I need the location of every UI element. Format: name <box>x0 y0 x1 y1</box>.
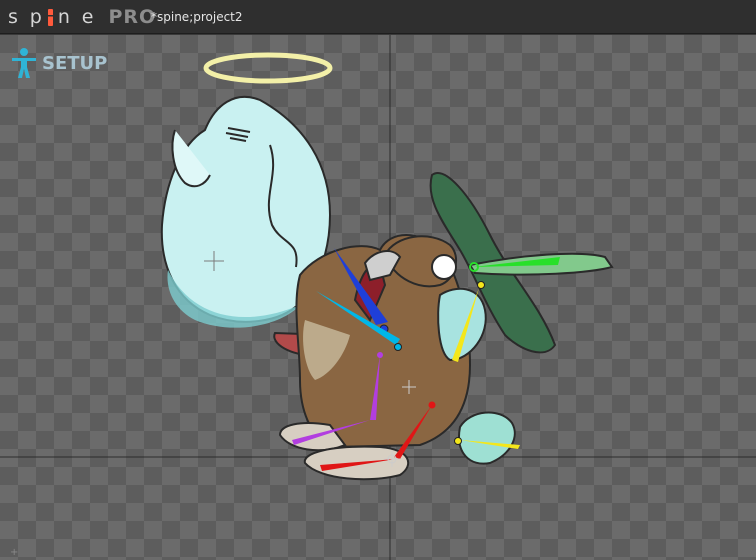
halo-attachment[interactable] <box>203 52 333 84</box>
bone-joint[interactable] <box>377 352 383 358</box>
bone-joint[interactable] <box>428 401 436 409</box>
bone-joint[interactable] <box>477 281 485 289</box>
mode-label: SETUP <box>42 52 108 74</box>
rabbit-eye-attachment[interactable] <box>431 254 457 280</box>
project-title: *spine;project2 <box>151 10 243 24</box>
corner-crosshair-icon: + <box>10 547 19 558</box>
edition-label: PRO <box>108 6 157 28</box>
skeleton-figure-icon <box>12 48 36 78</box>
title-bar: s pn e PRO *spine;project2 <box>0 0 756 34</box>
mode-indicator[interactable]: SETUP <box>10 47 107 79</box>
app-logo-text: s pn e <box>8 6 99 28</box>
bone-joint[interactable] <box>394 343 402 351</box>
spine-pro-logo: s pn e PRO <box>8 5 156 29</box>
tail-attachment[interactable] <box>458 411 516 465</box>
bone-joint[interactable] <box>454 437 462 445</box>
skeleton-scene[interactable] <box>0 35 756 560</box>
editor-viewport[interactable]: SETUP + <box>0 35 756 560</box>
